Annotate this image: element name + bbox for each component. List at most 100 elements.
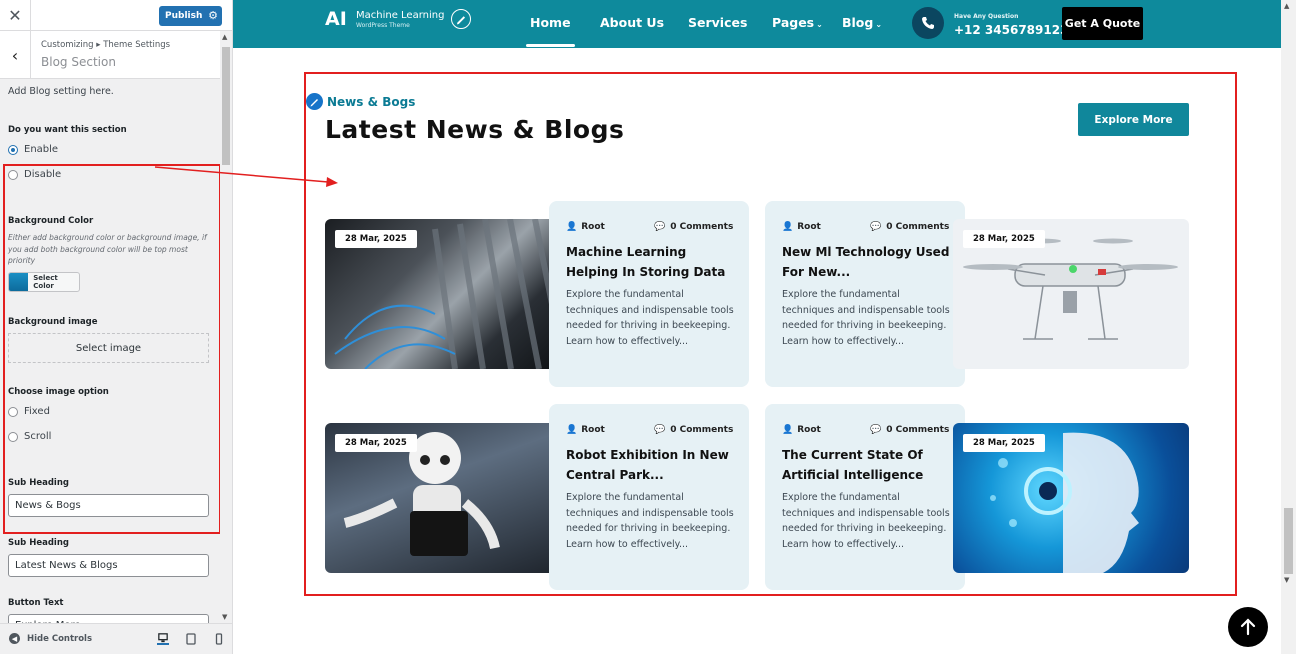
post-comments-label[interactable]: 0 Comments	[670, 222, 733, 232]
post-comments: 💬 0 Comments	[870, 222, 949, 232]
nav-about[interactable]: About Us	[600, 15, 664, 30]
nav-pages[interactable]: Pages ⌄	[772, 15, 823, 30]
customizer-footer: ◀ Hide Controls	[0, 623, 232, 654]
section-title: Blog Section	[41, 55, 116, 69]
blog-image-ai-head[interactable]: 28 Mar, 2025	[953, 423, 1189, 573]
back-arrow-icon[interactable]: ‹	[0, 31, 31, 79]
blog-card[interactable]: 👤 Root 💬 0 Comments Machine Learning Helpi…	[549, 201, 749, 387]
heading-input[interactable]: Latest News & Blogs	[8, 554, 209, 577]
mobile-preview-icon[interactable]	[213, 633, 225, 645]
comments-icon: 💬	[870, 222, 882, 232]
nav-blog-label: Blog	[842, 15, 874, 30]
post-author-label[interactable]: Root	[797, 425, 821, 435]
explore-more-button[interactable]: Explore More	[1078, 103, 1189, 136]
pen-icon	[306, 93, 323, 110]
button-text-input[interactable]: Explore More	[8, 614, 209, 623]
customizer-scrollbar[interactable]: ▲ ▼	[220, 31, 232, 623]
nav-services[interactable]: Services	[688, 15, 747, 30]
desktop-preview-icon[interactable]	[157, 633, 169, 645]
radio-enable[interactable]: Enable	[8, 144, 58, 155]
pen-icon	[451, 9, 471, 29]
post-comments-label[interactable]: 0 Comments	[670, 425, 733, 435]
back-to-top-button[interactable]	[1228, 607, 1268, 647]
hide-controls-button[interactable]: ◀ Hide Controls	[9, 633, 92, 644]
scrollbar-thumb[interactable]	[222, 47, 230, 165]
gear-icon[interactable]: ⚙	[208, 9, 218, 22]
date-badge: 28 Mar, 2025	[335, 230, 417, 248]
post-excerpt: Explore the fundamental techniques and i…	[782, 289, 950, 347]
post-title[interactable]: The Current State Of Artificial Intellig…	[782, 445, 952, 485]
scroll-down-icon[interactable]: ▼	[1284, 576, 1289, 584]
customizer-header: ✕ Publish ⚙	[0, 0, 232, 31]
sub-heading-label: Sub Heading	[8, 478, 69, 488]
nav-pages-label: Pages	[772, 15, 815, 30]
logo-tagline: WordPress Theme	[356, 22, 410, 29]
post-title[interactable]: Robot Exhibition In New Central Park...	[566, 445, 736, 485]
post-author-label[interactable]: Root	[581, 222, 605, 232]
post-comments: 💬 0 Comments	[870, 425, 949, 435]
user-icon: 👤	[566, 425, 578, 435]
site-navbar: AI Machine Learning WordPress Theme Home…	[233, 0, 1281, 48]
post-author: 👤 Root	[782, 222, 821, 232]
intro-text: Add Blog setting here.	[8, 86, 114, 97]
customizer-panel: ✕ Publish ⚙ ‹ Customizing ▸ Theme Settin…	[0, 0, 233, 654]
user-icon: 👤	[566, 222, 578, 232]
logo-name[interactable]: Machine Learning	[356, 10, 444, 21]
breadcrumb: Customizing ▸ Theme Settings	[41, 40, 171, 50]
sub-heading-input[interactable]: News & Bogs	[8, 494, 209, 517]
scrollbar-thumb[interactable]	[1284, 508, 1293, 574]
radio-enable-label: Enable	[24, 144, 59, 155]
user-icon: 👤	[782, 425, 794, 435]
post-comments: 💬 0 Comments	[654, 222, 733, 232]
get-quote-button[interactable]: Get A Quote	[1062, 7, 1143, 40]
nav-home[interactable]: Home	[526, 15, 575, 47]
post-title[interactable]: Machine Learning Helping In Storing Data	[566, 242, 736, 282]
preview-scrollbar[interactable]: ▲ ▼	[1281, 0, 1296, 654]
post-comments-label[interactable]: 0 Comments	[886, 222, 949, 232]
post-excerpt: Explore the fundamental techniques and i…	[566, 289, 734, 347]
radio-checked-icon[interactable]	[8, 144, 18, 155]
comments-icon: 💬	[870, 425, 882, 435]
collapse-icon: ◀	[9, 633, 20, 644]
scroll-up-icon[interactable]: ▲	[222, 33, 227, 41]
section-header: ‹ Customizing ▸ Theme Settings Blog Sect…	[0, 31, 220, 79]
question-text: Have Any Question	[954, 13, 1019, 20]
blog-image-robot[interactable]: 28 Mar, 2025	[325, 423, 561, 573]
heading-label: Sub Heading	[8, 538, 69, 548]
blog-image-drone[interactable]: 28 Mar, 2025	[953, 219, 1189, 369]
post-title[interactable]: New Ml Technology Used For New...	[782, 242, 952, 282]
publish-button[interactable]: Publish ⚙	[159, 6, 222, 26]
comments-icon: 💬	[654, 222, 666, 232]
publish-label: Publish	[165, 11, 203, 21]
blog-image-servers[interactable]: 28 Mar, 2025	[325, 219, 561, 369]
scroll-up-icon[interactable]: ▲	[1284, 2, 1289, 10]
post-author-label[interactable]: Root	[797, 222, 821, 232]
post-excerpt: Explore the fundamental techniques and i…	[566, 492, 734, 550]
date-badge: 28 Mar, 2025	[963, 230, 1045, 248]
button-text-label: Button Text	[8, 598, 64, 608]
post-comments-label[interactable]: 0 Comments	[886, 425, 949, 435]
logo-ai[interactable]: AI	[325, 8, 347, 30]
date-badge: 28 Mar, 2025	[963, 434, 1045, 452]
customizer-controls: Add Blog setting here. Do you want this …	[0, 80, 220, 623]
nav-blog[interactable]: Blog ⌄	[842, 15, 882, 30]
blog-card[interactable]: 👤 Root 💬 0 Comments The Current State Of A…	[765, 404, 965, 590]
hide-controls-label: Hide Controls	[27, 633, 93, 644]
comments-icon: 💬	[654, 425, 666, 435]
close-icon[interactable]: ✕	[0, 0, 31, 31]
post-comments: 💬 0 Comments	[654, 425, 733, 435]
chevron-down-icon: ⌄	[875, 20, 883, 29]
user-icon: 👤	[782, 222, 794, 232]
blog-card[interactable]: 👤 Root 💬 0 Comments Robot Exhibition In Ne…	[549, 404, 749, 590]
show-section-label: Do you want this section	[8, 125, 127, 135]
arrow-up-icon	[1240, 618, 1256, 636]
post-author: 👤 Root	[566, 222, 605, 232]
phone-number[interactable]: +12 3456789123	[954, 23, 1068, 37]
blog-card[interactable]: 👤 Root 💬 0 Comments New Ml Technology Used…	[765, 201, 965, 387]
post-excerpt: Explore the fundamental techniques and i…	[782, 492, 950, 550]
tablet-preview-icon[interactable]	[185, 633, 197, 645]
post-author: 👤 Root	[566, 425, 605, 435]
post-author-label[interactable]: Root	[581, 425, 605, 435]
blog-heading: Latest News & Blogs	[325, 115, 625, 144]
scroll-down-icon[interactable]: ▼	[222, 613, 227, 621]
